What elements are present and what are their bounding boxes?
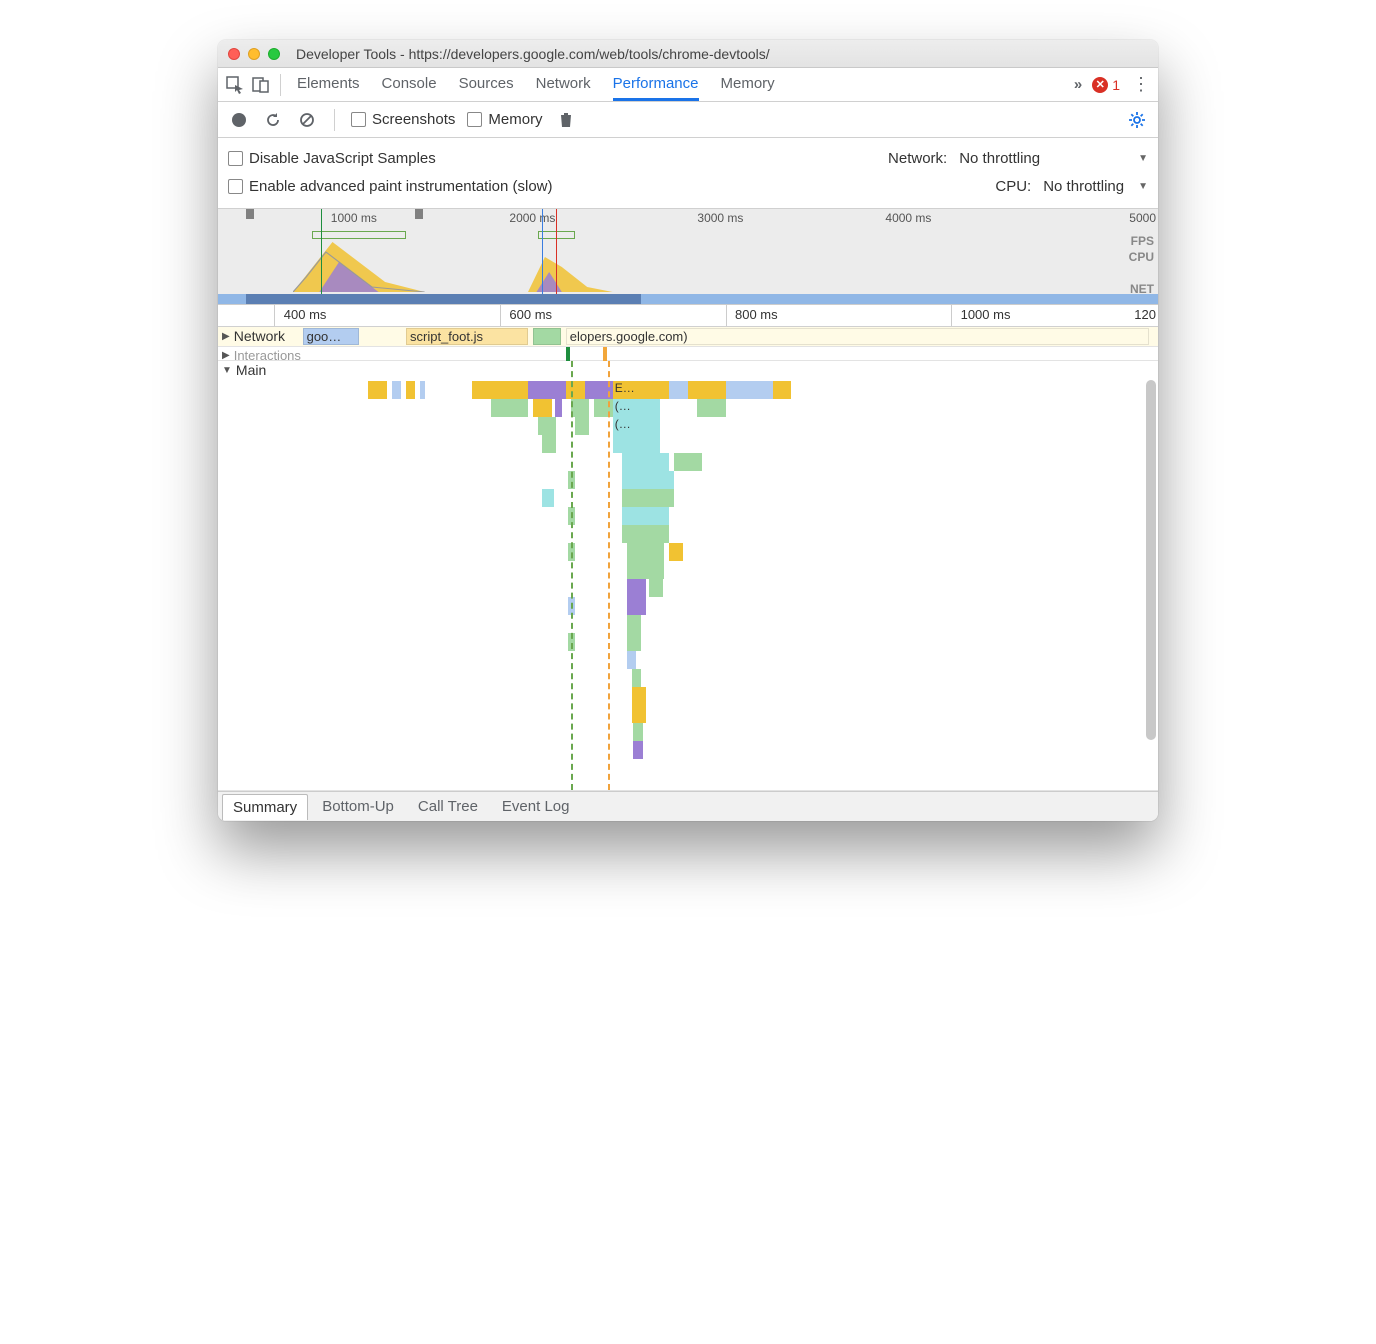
timestamp-marker-green — [571, 361, 573, 790]
caret-down-icon: ▼ — [222, 365, 232, 376]
flame-event[interactable]: E… — [613, 381, 669, 399]
timeline-overview[interactable]: 1000 ms 2000 ms 3000 ms 4000 ms 5000 FPS… — [218, 209, 1158, 305]
network-request[interactable] — [533, 328, 561, 345]
tab-elements[interactable]: Elements — [297, 69, 360, 100]
overview-tick: 5000 — [1129, 211, 1156, 225]
overview-cpu-chart — [528, 242, 613, 292]
tab-network[interactable]: Network — [536, 69, 591, 100]
window-title: Developer Tools - https://developers.goo… — [296, 46, 770, 62]
close-window-button[interactable] — [228, 48, 240, 60]
overview-tick: 1000 ms — [331, 211, 377, 225]
reload-button[interactable] — [262, 109, 284, 131]
chevron-down-icon: ▼ — [1138, 181, 1148, 192]
screenshots-checkbox[interactable]: Screenshots — [351, 111, 455, 128]
error-badge[interactable]: ✕ 1 — [1092, 77, 1120, 93]
network-request[interactable]: script_foot.js — [406, 328, 528, 345]
overview-tick: 3000 ms — [697, 211, 743, 225]
flame-event[interactable]: (… — [613, 417, 660, 435]
overview-marker-line — [542, 209, 543, 304]
device-toggle-icon[interactable] — [250, 74, 272, 96]
kebab-menu-icon[interactable]: ⋮ — [1130, 74, 1152, 96]
maximize-window-button[interactable] — [268, 48, 280, 60]
error-count: 1 — [1112, 77, 1120, 93]
timestamp-marker-orange — [608, 361, 610, 790]
tab-call-tree[interactable]: Call Tree — [408, 794, 488, 819]
tab-sources[interactable]: Sources — [459, 69, 514, 100]
details-tabbar: Summary Bottom-Up Call Tree Event Log — [218, 791, 1158, 821]
network-throttle-label: Network: — [888, 150, 947, 167]
overview-marker-line — [556, 209, 557, 304]
cpu-throttle-select[interactable]: No throttling▼ — [1043, 178, 1148, 195]
settings-gear-icon[interactable] — [1126, 109, 1148, 131]
recording-toolbar: Screenshots Memory — [218, 102, 1158, 138]
cpu-throttle-label: CPU: — [995, 178, 1031, 195]
overview-cpu-chart — [293, 232, 425, 292]
tab-bottom-up[interactable]: Bottom-Up — [312, 794, 404, 819]
tabs-overflow-icon[interactable]: » — [1074, 76, 1082, 93]
network-track-header[interactable]: ▶Network — [218, 327, 289, 345]
main-track-header[interactable]: ▼Main — [218, 361, 270, 379]
tab-console[interactable]: Console — [382, 69, 437, 100]
paint-instrumentation-checkbox[interactable]: Enable advanced paint instrumentation (s… — [228, 178, 553, 195]
tab-performance[interactable]: Performance — [613, 69, 699, 101]
tab-event-log[interactable]: Event Log — [492, 794, 580, 819]
caret-right-icon: ▶ — [222, 350, 230, 361]
overview-fps-bar — [312, 231, 406, 239]
clear-button[interactable] — [296, 109, 318, 131]
minimize-window-button[interactable] — [248, 48, 260, 60]
network-request[interactable]: elopers.google.com) — [566, 328, 1149, 345]
divider — [334, 109, 335, 131]
tab-memory[interactable]: Memory — [721, 69, 775, 100]
garbage-collect-icon[interactable] — [555, 109, 577, 131]
traffic-lights — [228, 48, 280, 60]
divider — [280, 74, 281, 96]
overview-marker — [415, 209, 423, 219]
interaction-marker — [603, 347, 607, 361]
devtools-window: Developer Tools - https://developers.goo… — [218, 40, 1158, 821]
inspect-element-icon[interactable] — [224, 74, 246, 96]
flame-event[interactable]: (… — [613, 399, 660, 417]
network-request[interactable]: goo… — [303, 328, 359, 345]
main-thread-track[interactable]: ▼Main E… (… (… — [218, 361, 1158, 791]
tab-summary[interactable]: Summary — [222, 794, 308, 820]
disable-js-samples-checkbox[interactable]: Disable JavaScript Samples — [228, 150, 436, 167]
interactions-track[interactable]: ▶Interactions — [218, 347, 1158, 361]
error-icon: ✕ — [1092, 77, 1108, 93]
memory-checkbox[interactable]: Memory — [467, 111, 542, 128]
caret-right-icon: ▶ — [222, 331, 230, 342]
overview-lane-labels: FPS CPU NET — [1129, 233, 1154, 297]
overview-tick: 4000 ms — [885, 211, 931, 225]
network-throttle-select[interactable]: No throttling▼ — [959, 150, 1148, 167]
overview-tick: 2000 ms — [509, 211, 555, 225]
titlebar: Developer Tools - https://developers.goo… — [218, 40, 1158, 68]
overview-marker — [246, 209, 254, 219]
interaction-marker — [566, 347, 570, 361]
record-button[interactable] — [228, 109, 250, 131]
flame-ruler[interactable]: 400 ms 600 ms 800 ms 1000 ms 120 — [218, 305, 1158, 327]
overview-net-bar — [246, 294, 641, 304]
network-track[interactable]: ▶Network goo… script_foot.js elopers.goo… — [218, 327, 1158, 347]
panel-tabs: Elements Console Sources Network Perform… — [297, 69, 1070, 100]
capture-settings: Disable JavaScript Samples Network: No t… — [218, 138, 1158, 209]
chevron-down-icon: ▼ — [1138, 153, 1148, 164]
vertical-scrollbar[interactable] — [1146, 380, 1156, 740]
main-tabbar: Elements Console Sources Network Perform… — [218, 68, 1158, 102]
overview-marker-line — [321, 209, 322, 304]
